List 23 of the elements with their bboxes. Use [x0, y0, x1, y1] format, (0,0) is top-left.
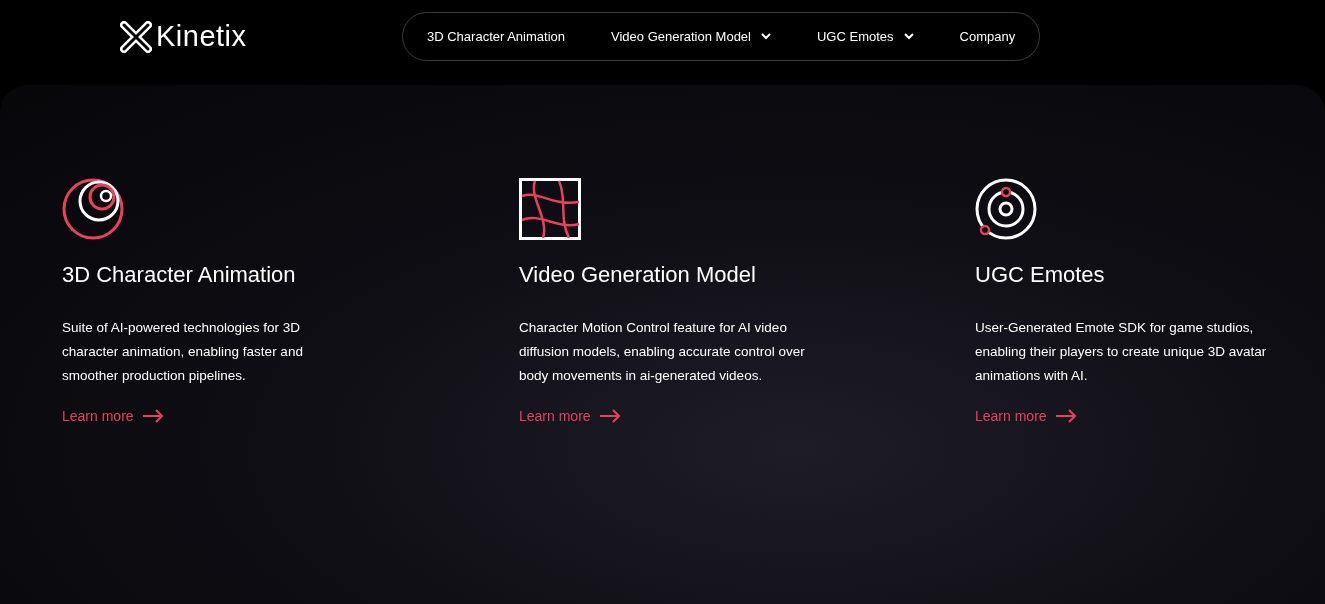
card-description: Character Motion Control feature for AI video diffusion models, enabling accurate control over body movements in ai-generated videos.: [519, 319, 806, 385]
wavy-grid-icon: [519, 178, 581, 240]
arrow-right-icon: [141, 409, 164, 423]
logo-icon: [120, 20, 152, 53]
nav-link[interactable]: Company: [959, 29, 1016, 44]
nav-link[interactable]: UGC Emotes: [817, 29, 914, 44]
card-title: UGC Emotes: [975, 262, 1106, 288]
chevron-down-icon: [903, 33, 914, 40]
card-title: Video Generation Model: [519, 262, 757, 288]
concentric-rings-icon: [62, 178, 124, 240]
logo-text[interactable]: Kinetix: [156, 20, 247, 53]
nav-link[interactable]: Video Generation Model: [611, 29, 771, 44]
card-title: 3D Character Animation: [62, 262, 297, 288]
arrow-right-icon: [598, 409, 621, 423]
card-description: Suite of AI-powered technologies for 3D character animation, enabling faster and smoother production pipelines.: [62, 319, 304, 385]
learn-more-link[interactable]: Learn more: [519, 408, 621, 424]
orbit-icon: [975, 178, 1037, 240]
learn-more-link[interactable]: Learn more: [975, 408, 1077, 424]
arrow-right-icon: [1054, 409, 1077, 423]
chevron-down-icon: [761, 33, 771, 40]
card-description: User-Generated Emote SDK for game studios, enabling their players to create unique 3D avatar animations with AI.: [975, 319, 1268, 385]
learn-more-link[interactable]: Learn more: [62, 408, 164, 424]
nav-link[interactable]: 3D Character Animation: [427, 29, 565, 44]
